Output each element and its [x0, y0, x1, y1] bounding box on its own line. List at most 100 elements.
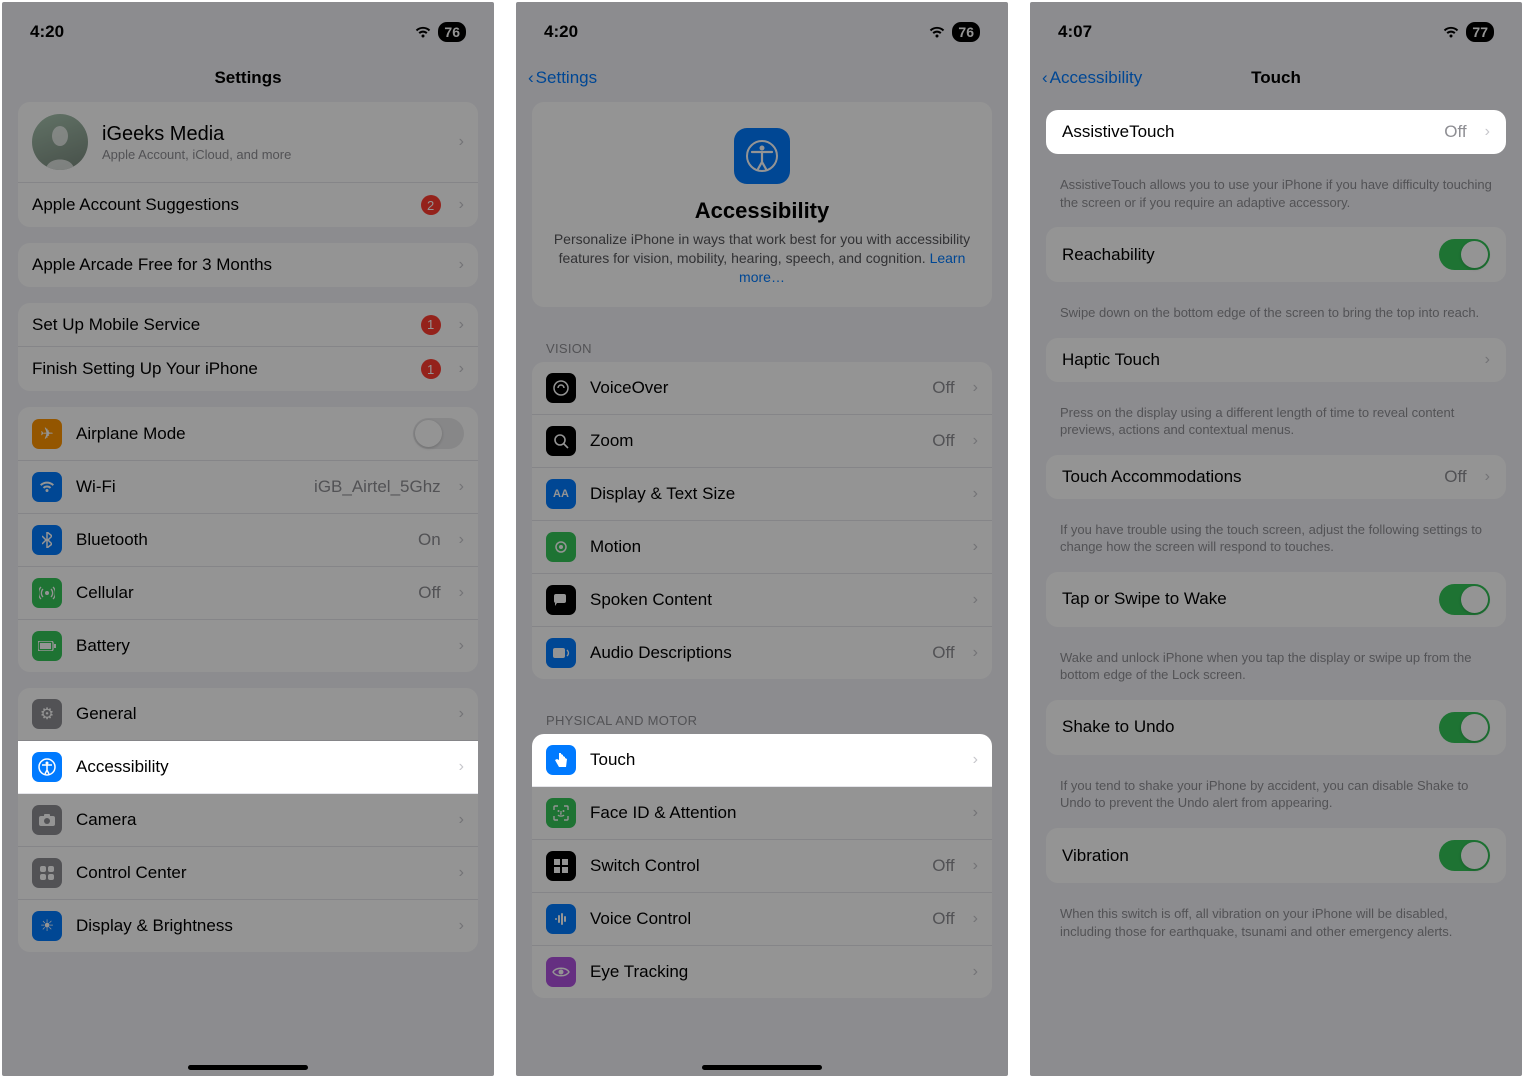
eye-row[interactable]: Eye Tracking›: [532, 946, 992, 998]
voiceover-row[interactable]: VoiceOverOff›: [532, 362, 992, 415]
touch-screen: 4:07 77 ‹Accessibility Touch AssistiveTo…: [1030, 2, 1522, 1076]
text-size-icon: AA: [546, 479, 576, 509]
profile-row[interactable]: iGeeks Media Apple Account, iCloud, and …: [18, 102, 478, 183]
bluetooth-icon: [32, 525, 62, 555]
page-title: Settings: [214, 68, 281, 88]
switch-row[interactable]: Switch ControlOff›: [532, 840, 992, 893]
battery-row[interactable]: Battery ›: [18, 620, 478, 672]
airplane-toggle[interactable]: [413, 418, 464, 449]
shake-toggle[interactable]: [1439, 712, 1490, 743]
chevron-icon: ›: [459, 864, 464, 882]
motion-icon: [546, 532, 576, 562]
chevron-icon: ›: [973, 538, 978, 556]
camera-row[interactable]: Camera ›: [18, 794, 478, 847]
back-button[interactable]: ‹Settings: [528, 68, 597, 88]
control-center-row[interactable]: Control Center ›: [18, 847, 478, 900]
chevron-icon: ›: [973, 432, 978, 450]
time: 4:20: [30, 22, 64, 42]
status-bar: 4:20 76: [2, 2, 494, 54]
general-row[interactable]: ⚙ General ›: [18, 688, 478, 741]
touchacc-row[interactable]: Touch AccommodationsOff›: [1046, 455, 1506, 499]
finish-setup-row[interactable]: Finish Setting Up Your iPhone 1 ›: [18, 347, 478, 391]
touch-row[interactable]: Touch›: [532, 734, 992, 787]
cellular-icon: [32, 578, 62, 608]
audio-desc-row[interactable]: Audio DescriptionsOff›: [532, 627, 992, 679]
chevron-icon: ›: [459, 316, 464, 334]
chevron-icon: ›: [459, 360, 464, 378]
haptic-row[interactable]: Haptic Touch›: [1046, 338, 1506, 382]
chevron-icon: ›: [973, 751, 978, 769]
arcade-row[interactable]: Apple Arcade Free for 3 Months ›: [18, 243, 478, 287]
chevron-icon: ›: [1485, 351, 1490, 369]
accessibility-icon: [32, 752, 62, 782]
hero-title: Accessibility: [552, 198, 972, 224]
chevron-icon: ›: [459, 256, 464, 274]
shake-row[interactable]: Shake to Undo: [1046, 700, 1506, 755]
badge: 2: [421, 195, 441, 215]
bluetooth-row[interactable]: Bluetooth On ›: [18, 514, 478, 567]
back-button[interactable]: ‹Accessibility: [1042, 68, 1142, 88]
reachability-toggle[interactable]: [1439, 239, 1490, 270]
wifi-icon: [32, 472, 62, 502]
settings-screen: 4:20 76 Settings iGeeks Media Apple Acco…: [2, 2, 494, 1076]
setup-mobile-row[interactable]: Set Up Mobile Service 1 ›: [18, 303, 478, 347]
audio-desc-icon: [546, 638, 576, 668]
voiceover-icon: [546, 373, 576, 403]
chevron-icon: ›: [973, 804, 978, 822]
home-indicator[interactable]: [188, 1065, 308, 1070]
profile-name: iGeeks Media: [102, 123, 441, 146]
wifi-row[interactable]: Wi-Fi iGB_Airtel_5Ghz ›: [18, 461, 478, 514]
cellular-row[interactable]: Cellular Off ›: [18, 567, 478, 620]
tapwake-toggle[interactable]: [1439, 584, 1490, 615]
haptic-note: Press on the display using a different l…: [1046, 398, 1506, 455]
zoom-icon: [546, 426, 576, 456]
chevron-icon: ›: [973, 591, 978, 609]
tapwake-note: Wake and unlock iPhone when you tap the …: [1046, 643, 1506, 700]
touch-icon: [546, 745, 576, 775]
motion-row[interactable]: Motion›: [532, 521, 992, 574]
vibration-toggle[interactable]: [1439, 840, 1490, 871]
status-bar: 4:20 76: [516, 2, 1008, 54]
battery-icon: 77: [1466, 22, 1494, 42]
home-indicator[interactable]: [702, 1065, 822, 1070]
reachability-row[interactable]: Reachability: [1046, 227, 1506, 282]
time: 4:07: [1058, 22, 1092, 42]
avatar: [32, 114, 88, 170]
faceid-row[interactable]: Face ID & Attention›: [532, 787, 992, 840]
switch-icon: [546, 851, 576, 881]
airplane-row[interactable]: ✈ Airplane Mode: [18, 407, 478, 461]
assistivetouch-row[interactable]: AssistiveTouchOff›: [1046, 110, 1506, 154]
chevron-left-icon: ‹: [1042, 68, 1048, 88]
vibration-row[interactable]: Vibration: [1046, 828, 1506, 883]
spoken-icon: [546, 585, 576, 615]
tapwake-row[interactable]: Tap or Swipe to Wake: [1046, 572, 1506, 627]
spoken-row[interactable]: Spoken Content›: [532, 574, 992, 627]
badge: 1: [421, 359, 441, 379]
nav-header: Settings: [2, 54, 494, 102]
nav-header: ‹Settings: [516, 54, 1008, 102]
chevron-icon: ›: [973, 379, 978, 397]
faceid-icon: [546, 798, 576, 828]
hero-desc: Personalize iPhone in ways that work bes…: [552, 230, 972, 287]
battery-icon: 76: [952, 22, 980, 42]
chevron-icon: ›: [973, 910, 978, 928]
chevron-icon: ›: [973, 644, 978, 662]
display-row[interactable]: ☀ Display & Brightness ›: [18, 900, 478, 952]
chevron-icon: ›: [459, 758, 464, 776]
profile-sub: Apple Account, iCloud, and more: [102, 147, 441, 162]
accessibility-row[interactable]: Accessibility ›: [18, 741, 478, 794]
display-icon: ☀: [32, 911, 62, 941]
textsize-row[interactable]: AADisplay & Text Size›: [532, 468, 992, 521]
wifi-icon: [928, 25, 946, 39]
account-suggestions-row[interactable]: Apple Account Suggestions 2 ›: [18, 183, 478, 227]
chevron-icon: ›: [459, 917, 464, 935]
zoom-row[interactable]: ZoomOff›: [532, 415, 992, 468]
chevron-icon: ›: [973, 485, 978, 503]
chevron-icon: ›: [459, 637, 464, 655]
chevron-icon: ›: [973, 963, 978, 981]
control-center-icon: [32, 858, 62, 888]
battery-icon: 76: [438, 22, 466, 42]
chevron-left-icon: ‹: [528, 68, 534, 88]
voicecontrol-row[interactable]: Voice ControlOff›: [532, 893, 992, 946]
chevron-icon: ›: [459, 705, 464, 723]
